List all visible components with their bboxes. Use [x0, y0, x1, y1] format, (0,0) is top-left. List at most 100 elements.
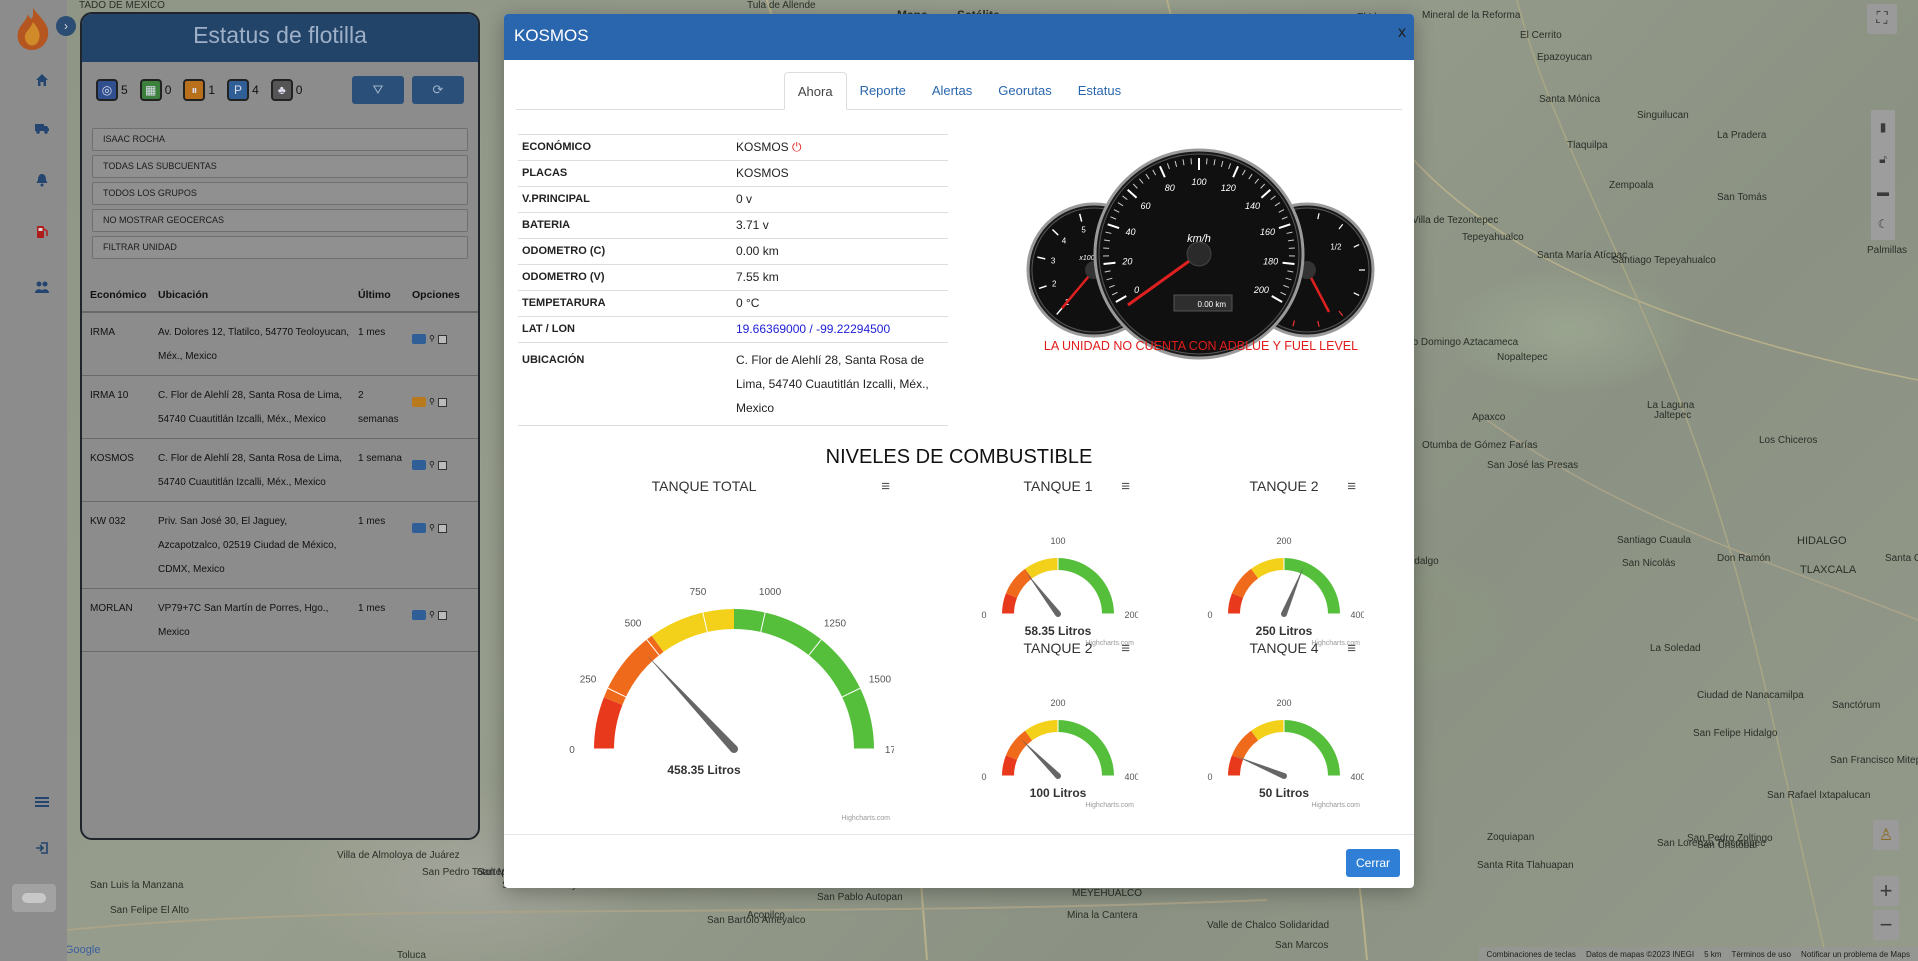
info-value: 0.00 km: [732, 238, 948, 265]
map-footer-item[interactable]: Notificar un problema de Maps: [1801, 950, 1910, 959]
row-select-checkbox[interactable]: [437, 523, 447, 533]
map-side-toolbar[interactable]: ▮ 🔓︎ ▬ ☾: [1871, 110, 1895, 240]
row-options-group: ⚲: [412, 447, 478, 477]
row-select-checkbox[interactable]: [437, 610, 447, 620]
row-select-checkbox[interactable]: [437, 334, 447, 344]
map-place-label: Singuilucan: [1637, 110, 1689, 121]
filter-icon: ⛛: [372, 82, 384, 97]
refresh-button[interactable]: ⟳: [412, 76, 464, 104]
fleet-filter-select[interactable]: NO MOSTRAR GEOCERCAS: [92, 209, 468, 232]
vehicle-status-icon[interactable]: [412, 334, 426, 344]
filter-button[interactable]: ⛛: [352, 76, 404, 104]
map-footer-item: 5 km: [1704, 949, 1722, 959]
info-row: TEMPETARURA 0 °C: [518, 290, 948, 317]
vehicle-info-table: ECONÓMICO KOSMOS ⏻ PLACAS KOSMOS V.PRINCIPAL…: [518, 134, 948, 426]
fleet-stat[interactable]: P4: [227, 79, 259, 101]
vehicle-status-icon[interactable]: [412, 523, 426, 533]
menu-icon[interactable]: [30, 792, 54, 812]
row-options: ⚲: [404, 438, 478, 502]
tab-estatus[interactable]: Estatus: [1065, 72, 1134, 109]
modal-close-x-button[interactable]: x: [1398, 24, 1406, 42]
column-header-economico[interactable]: Económico: [82, 283, 150, 313]
map-place-label: Nopaltepec: [1497, 352, 1548, 363]
info-key: ECONÓMICO: [518, 134, 732, 161]
speed-tick-label: 60: [1140, 201, 1150, 211]
highcharts-credit[interactable]: Highcharts.com: [1085, 802, 1134, 809]
minus-icon[interactable]: ▬: [1877, 185, 1889, 199]
tab-alertas[interactable]: Alertas: [919, 72, 985, 109]
column-header-ultimo[interactable]: Último: [350, 283, 404, 313]
fleet-stat[interactable]: ♣ 0: [270, 79, 302, 101]
logout-icon[interactable]: [30, 838, 54, 858]
zoom-out-button[interactable]: −: [1873, 910, 1899, 940]
share-icon[interactable]: ⚲: [429, 327, 435, 351]
lock-icon[interactable]: 🔓︎: [1879, 152, 1887, 167]
street-view-pegman-icon[interactable]: ♙: [1873, 820, 1899, 850]
tab-ahora[interactable]: Ahora: [783, 72, 847, 110]
gauge-needle: [1281, 565, 1304, 616]
highcharts-credit[interactable]: Highcharts.com: [1311, 802, 1360, 809]
info-value: 19.66369000 / -99.22294500: [732, 316, 948, 343]
column-header-ubicacion[interactable]: Ubicación: [150, 283, 350, 313]
map-place-label: HIDALGO: [1797, 535, 1847, 547]
zoom-in-button[interactable]: +: [1873, 876, 1899, 906]
theme-toggle[interactable]: [12, 884, 56, 912]
table-row[interactable]: IRMA Av. Dolores 12, Tlatilco, 54770 Teol…: [82, 312, 478, 376]
gauge-tick-label: 1500: [869, 675, 892, 686]
row-ultimo: 1 semana: [350, 438, 404, 502]
map-place-label: Otumba de Gómez Farías: [1422, 440, 1538, 451]
fleet-stat[interactable]: ◎ 5: [96, 79, 128, 101]
fleet-stats-bar: ◎ 5 ▦ 0 ⏸ 1 P 4 ♣ 0 ⛛ ⟳: [82, 62, 478, 104]
map-place-label: Los Chiceros: [1759, 435, 1818, 446]
group-icon[interactable]: [30, 277, 54, 297]
vehicle-status-icon[interactable]: [412, 460, 426, 470]
home-icon[interactable]: [30, 70, 54, 90]
table-row[interactable]: KOSMOS C. Flor de Alehlí 28, Santa Rosa d…: [82, 438, 478, 502]
gauge-tick-label: 400: [1350, 610, 1364, 620]
map-footer-item[interactable]: Combinaciones de teclas: [1487, 950, 1576, 959]
expand-sidebar-button[interactable]: ›: [56, 16, 76, 36]
map-place-label: Mina la Cantera: [1067, 910, 1138, 921]
fleet-filter-select[interactable]: TODOS LOS GRUPOS: [92, 182, 468, 205]
gauge-band: [1284, 720, 1340, 776]
row-ultimo: 2 semanas: [350, 375, 404, 439]
row-select-checkbox[interactable]: [437, 460, 447, 470]
speed-tick-label: 100: [1191, 177, 1206, 187]
fleet-filter-select[interactable]: TODAS LAS SUBCUENTAS: [92, 155, 468, 178]
fleet-filter-select[interactable]: FILTRAR UNIDAD: [92, 236, 468, 259]
moon-icon[interactable]: ☾: [1878, 217, 1889, 231]
vehicle-status-icon[interactable]: [412, 610, 426, 620]
vehicle-status-icon[interactable]: [412, 397, 426, 407]
info-value-text[interactable]: 19.66369000 / -99.22294500: [736, 322, 890, 336]
gauge-svg: 0 200 400: [981, 698, 1138, 782]
row-select-checkbox[interactable]: [437, 397, 447, 407]
fleet-stat[interactable]: ⏸ 1: [183, 79, 215, 101]
tab-georutas[interactable]: Georutas: [985, 72, 1064, 109]
bell-icon[interactable]: [30, 170, 54, 190]
fullscreen-button[interactable]: ⛶: [1867, 4, 1897, 34]
column-header-opciones: Opciones: [404, 283, 478, 313]
speed-tick-label: 200: [1253, 285, 1269, 295]
table-row[interactable]: MORLAN VP79+7C San Martín de Porres, Hgo.…: [82, 588, 478, 652]
close-button[interactable]: Cerrar: [1345, 849, 1400, 877]
table-row[interactable]: KW 032 Priv. San José 30, El Jaguey, Azca…: [82, 501, 478, 589]
truck-icon[interactable]: [30, 118, 54, 138]
row-economico: MORLAN: [82, 588, 150, 652]
gauge-tick-label: 750: [690, 587, 707, 598]
ruler-icon[interactable]: ▮: [1880, 120, 1887, 134]
map-footer-item[interactable]: Términos de uso: [1731, 950, 1791, 959]
tab-reporte[interactable]: Reporte: [847, 72, 919, 109]
fleet-filter-select[interactable]: ISAAC ROCHA: [92, 128, 468, 151]
share-icon[interactable]: ⚲: [429, 390, 435, 414]
fuel-pump-icon[interactable]: [30, 222, 54, 242]
fleet-stat[interactable]: ▦ 0: [139, 79, 171, 101]
share-icon[interactable]: ⚲: [429, 453, 435, 477]
table-row[interactable]: IRMA 10 C. Flor de Alehlí 28, Santa Rosa …: [82, 375, 478, 439]
info-key: V.PRINCIPAL: [518, 186, 732, 213]
highcharts-credit[interactable]: Highcharts.com: [841, 815, 890, 822]
share-icon[interactable]: ⚲: [429, 516, 435, 540]
parking-icon: P: [227, 79, 250, 101]
gauge-band: [1025, 558, 1058, 579]
share-icon[interactable]: ⚲: [429, 603, 435, 627]
info-value: 3.71 v: [732, 212, 948, 239]
